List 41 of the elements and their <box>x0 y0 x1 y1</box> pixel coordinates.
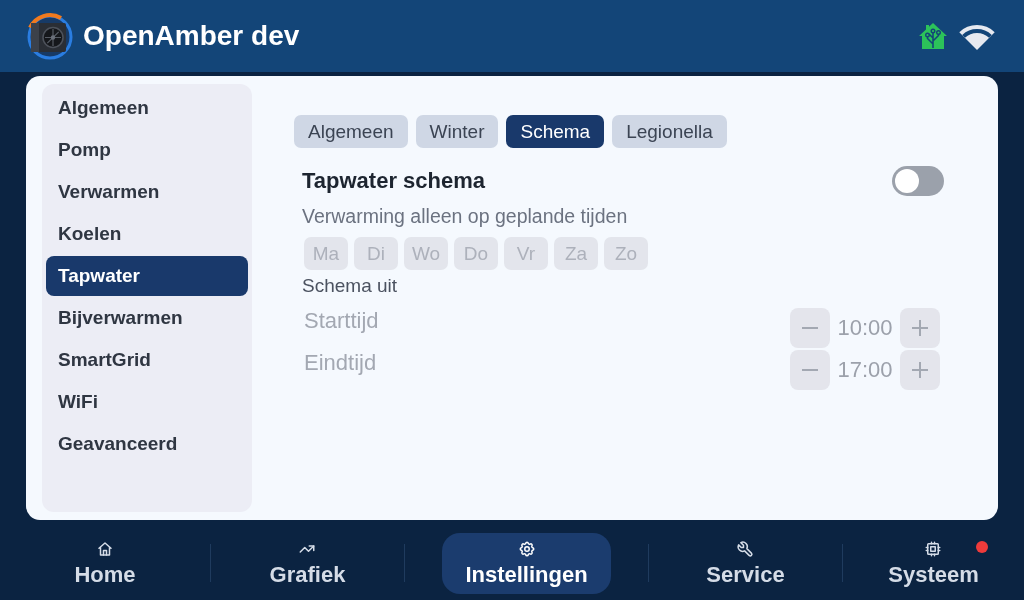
sidebar-item[interactable]: SmartGrid <box>46 340 248 380</box>
time-label: Starttijd <box>303 308 379 334</box>
nav-tab[interactable]: Service <box>683 532 808 594</box>
increase-button[interactable] <box>900 308 940 348</box>
home-icon <box>96 539 114 558</box>
nav-tab[interactable]: Home <box>51 532 159 594</box>
sidebar-item[interactable]: Koelen <box>46 214 248 254</box>
section-description: Verwarming alleen op geplande tijden <box>302 205 628 227</box>
time-value: 10:00 <box>836 315 894 341</box>
tab[interactable]: Algemeen <box>294 115 408 148</box>
plus-icon <box>912 362 928 378</box>
decrease-button[interactable] <box>790 308 830 348</box>
wifi-icon <box>959 22 995 50</box>
wrench-icon <box>736 539 755 558</box>
sidebar-item[interactable]: Verwarmen <box>46 172 248 212</box>
schedule-status: Schema uit <box>302 275 398 297</box>
sidebar-item[interactable]: Pomp <box>46 130 248 170</box>
plus-icon <box>912 320 928 336</box>
app-title: OpenAmber dev <box>83 20 300 52</box>
increase-button[interactable] <box>900 350 940 390</box>
nav-tab[interactable]: Grafiek <box>246 532 369 594</box>
decrease-button[interactable] <box>790 350 830 390</box>
nav-tab[interactable]: Systeem <box>865 532 1002 594</box>
section-title: Tapwater schema <box>302 168 485 194</box>
minus-icon <box>802 369 818 371</box>
nav-tab[interactable]: Instellingen <box>442 532 611 594</box>
tab[interactable]: Schema <box>506 115 605 148</box>
house-circuit-icon <box>917 21 949 51</box>
toggle-switch[interactable] <box>892 166 944 196</box>
sidebar-item[interactable]: Bijverwarmen <box>46 298 248 338</box>
settings-icon <box>517 539 536 558</box>
time-value: 17:00 <box>836 357 894 383</box>
sidebar-item[interactable]: Geavanceerd <box>46 424 248 464</box>
minus-icon <box>802 327 818 329</box>
sidebar-item[interactable]: Tapwater <box>46 256 248 296</box>
tab[interactable]: Legionella <box>612 115 727 148</box>
tab[interactable]: Winter <box>415 115 499 148</box>
time-label: Eindtijd <box>303 350 377 376</box>
sidebar-item[interactable]: WiFi <box>46 382 248 422</box>
sidebar-item[interactable]: Algemeen <box>46 88 248 128</box>
chip-icon <box>924 539 943 558</box>
